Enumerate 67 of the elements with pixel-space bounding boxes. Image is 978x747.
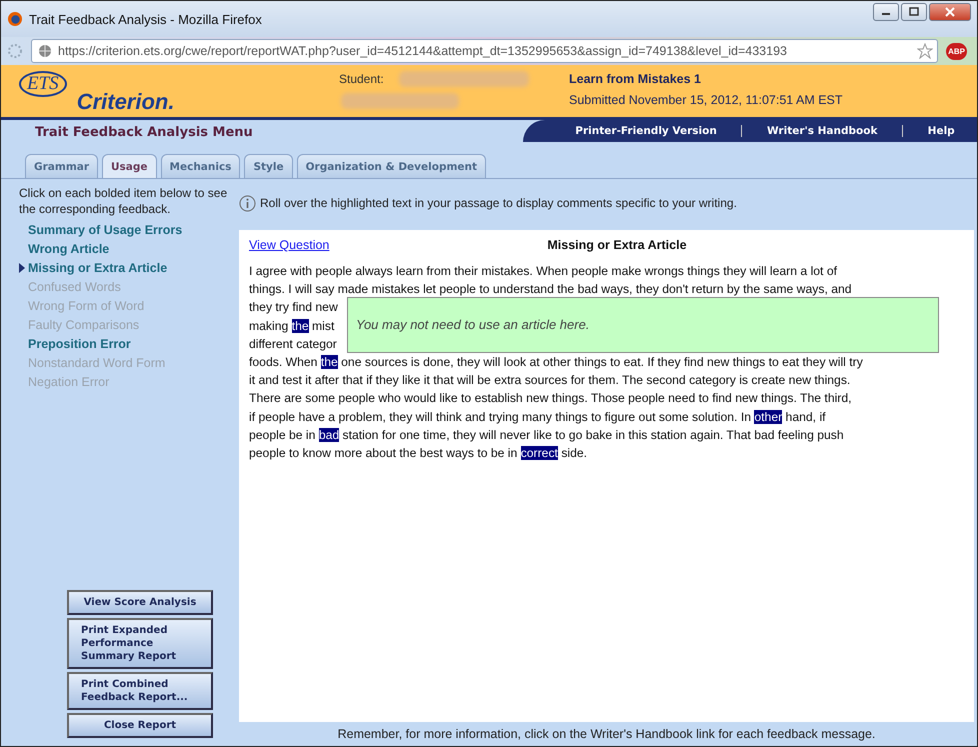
panel-heading: Missing or Extra Article: [547, 238, 687, 252]
passage-text: mist: [311, 318, 334, 333]
bookmark-star-icon[interactable]: [917, 43, 934, 59]
passage-text: different categor: [249, 336, 337, 351]
student-label: Student:: [339, 72, 384, 86]
tab[interactable]: Grammar: [25, 154, 98, 178]
globe-icon: [38, 44, 52, 58]
submitted-date: Submitted November 15, 2012, 11:07:51 AM EST: [569, 93, 843, 107]
sidebar-link[interactable]: Summary of Usage Errors: [28, 222, 182, 236]
passage-text: they try find new: [249, 300, 338, 314]
highlighted-word[interactable]: correct: [520, 446, 558, 460]
sidebar-item-disabled: Confused Words: [28, 280, 121, 294]
comment-tooltip: You may not need to use an article here.: [347, 297, 939, 353]
logo-wordmark: Criterion.: [76, 89, 174, 115]
adblock-badge[interactable]: ABP: [946, 42, 967, 60]
passage-text: There are some people who would like to establish new things. Those people need to find new things. The third,: [249, 391, 852, 406]
tab[interactable]: Mechanics: [160, 154, 240, 178]
maximize-icon: [908, 7, 920, 17]
sidebar-link[interactable]: Preposition Error: [28, 336, 131, 350]
assignment-title: Learn from Mistakes 1: [569, 72, 702, 86]
sidebar-item-disabled: Wrong Form of Word: [28, 298, 144, 312]
hint-text: Roll over the highlighted text in your passage to display comments specific to your writing.: [260, 196, 737, 210]
tab[interactable]: Usage: [102, 154, 157, 178]
view-question-link[interactable]: View Question: [249, 238, 330, 252]
info-icon: [239, 194, 256, 212]
sidebar-link[interactable]: Missing or Extra Article: [28, 260, 168, 274]
passage-text: people to know more about the best ways to be in: [249, 446, 518, 460]
passage-text: one sources is done, they will look at other things to eat. If they find new things to eat they will try: [340, 355, 863, 370]
highlighted-word[interactable]: the: [292, 318, 309, 333]
report-button[interactable]: Close Report: [67, 713, 213, 738]
loading-icon: [7, 43, 23, 59]
logo-oval: ETS: [19, 71, 67, 97]
instructions: Click on each bolded item below to see the corresponding feedback.: [19, 185, 228, 217]
close-button[interactable]: [929, 3, 971, 21]
passage-text: making: [249, 318, 290, 333]
report-button[interactable]: Print Combined Feedback Report...: [67, 672, 213, 710]
passage-text: things. I will say made mistakes let people to understand the bad ways, they don't return by the same ways, and: [249, 282, 852, 296]
browser-logo-icon: [7, 11, 23, 27]
maximize-button[interactable]: [901, 3, 927, 21]
passage-text: hand, if: [784, 410, 826, 424]
highlighted-word[interactable]: other: [754, 410, 782, 424]
sidebar-item-disabled: Negation Error: [28, 374, 110, 388]
sidebar-item-disabled: Nonstandard Word Form: [28, 356, 166, 370]
nav-link[interactable]: Printer-Friendly Version: [575, 125, 717, 137]
highlighted-word[interactable]: the: [320, 355, 338, 370]
highlighted-word[interactable]: bad: [318, 428, 340, 442]
address-field[interactable]: https://criterion.ets.org/cwe/report/reportWAT.php?user_id=4512144&attempt_dt=1352995653&assign_id=749138&level_id=433193: [31, 39, 938, 63]
sidebar-link[interactable]: Wrong Article: [28, 242, 110, 256]
passage-text: I agree with people always learn from their mistakes. When people make wrongs things they will learn a lot of: [249, 264, 837, 278]
passage-text: foods. When: [249, 355, 318, 370]
passage-text: side.: [560, 446, 588, 460]
nav-link[interactable]: Writer's Handbook: [767, 125, 878, 137]
passage-text: station for one time, they will never like to go bake in this station again. That bad feeling push: [342, 428, 844, 442]
minimize-button[interactable]: [873, 3, 899, 21]
sidebar-item-disabled: Faulty Comparisons: [28, 318, 140, 332]
footer-note: Remember, for more information, click on the Writer's Handbook link for each feedback message.: [336, 726, 876, 743]
passage-text: it and test it after that if they like it that will be extra sources for them. The second category is create new things.: [249, 373, 850, 388]
close-icon: [944, 7, 956, 17]
window-title: Trait Feedback Analysis - Mozilla Firefox: [29, 12, 263, 26]
tab[interactable]: Style: [244, 154, 293, 178]
menu-title: Trait Feedback Analysis Menu: [34, 124, 254, 140]
passage-text: if people have a problem, they will think and trying many things to figure out some solution. In: [249, 410, 752, 424]
report-button[interactable]: View Score Analysis: [67, 590, 213, 615]
tab[interactable]: Organization & Development: [296, 154, 486, 178]
report-button[interactable]: Print Expanded Performance Summary Report: [67, 618, 213, 669]
passage-text: people be in: [249, 428, 316, 442]
nav-link[interactable]: Help: [928, 125, 955, 137]
